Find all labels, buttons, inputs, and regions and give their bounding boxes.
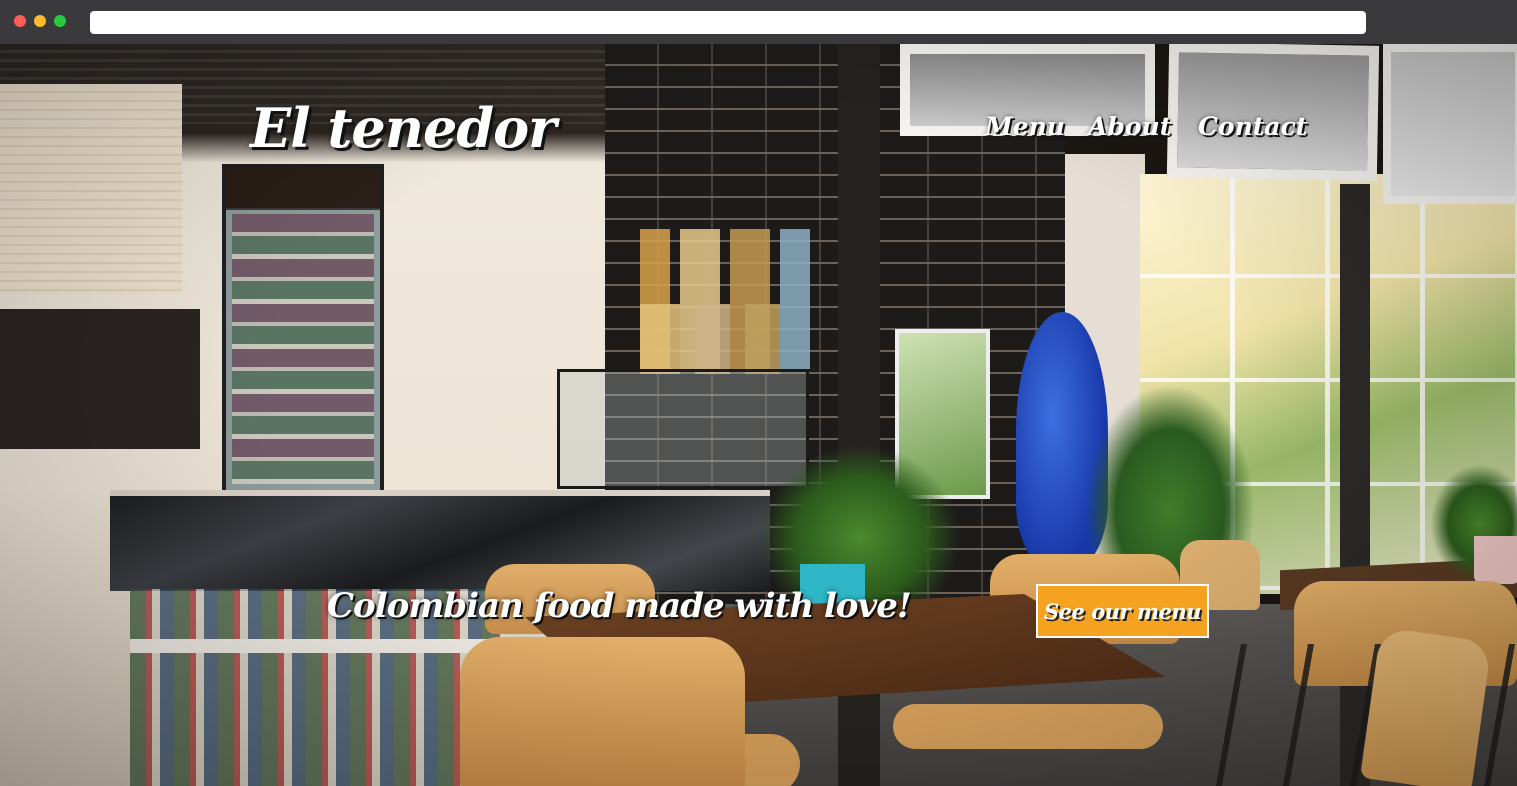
close-window-button[interactable] [14,15,26,27]
nav-link-contact[interactable]: Contact [1198,112,1307,141]
nav-link-about[interactable]: About [1088,112,1171,141]
nav-link-menu[interactable]: Menu [985,112,1065,141]
hero-section: El tenedor Menu About Contact Colombian … [0,44,1517,786]
see-menu-button[interactable]: See our menu [1036,584,1209,638]
maximize-window-button[interactable] [54,15,66,27]
minimize-window-button[interactable] [34,15,46,27]
main-nav: Menu About Contact [0,112,1517,152]
hero-tagline: Colombian food made with love! [327,586,912,626]
address-bar[interactable] [90,11,1366,34]
browser-chrome [0,0,1517,44]
